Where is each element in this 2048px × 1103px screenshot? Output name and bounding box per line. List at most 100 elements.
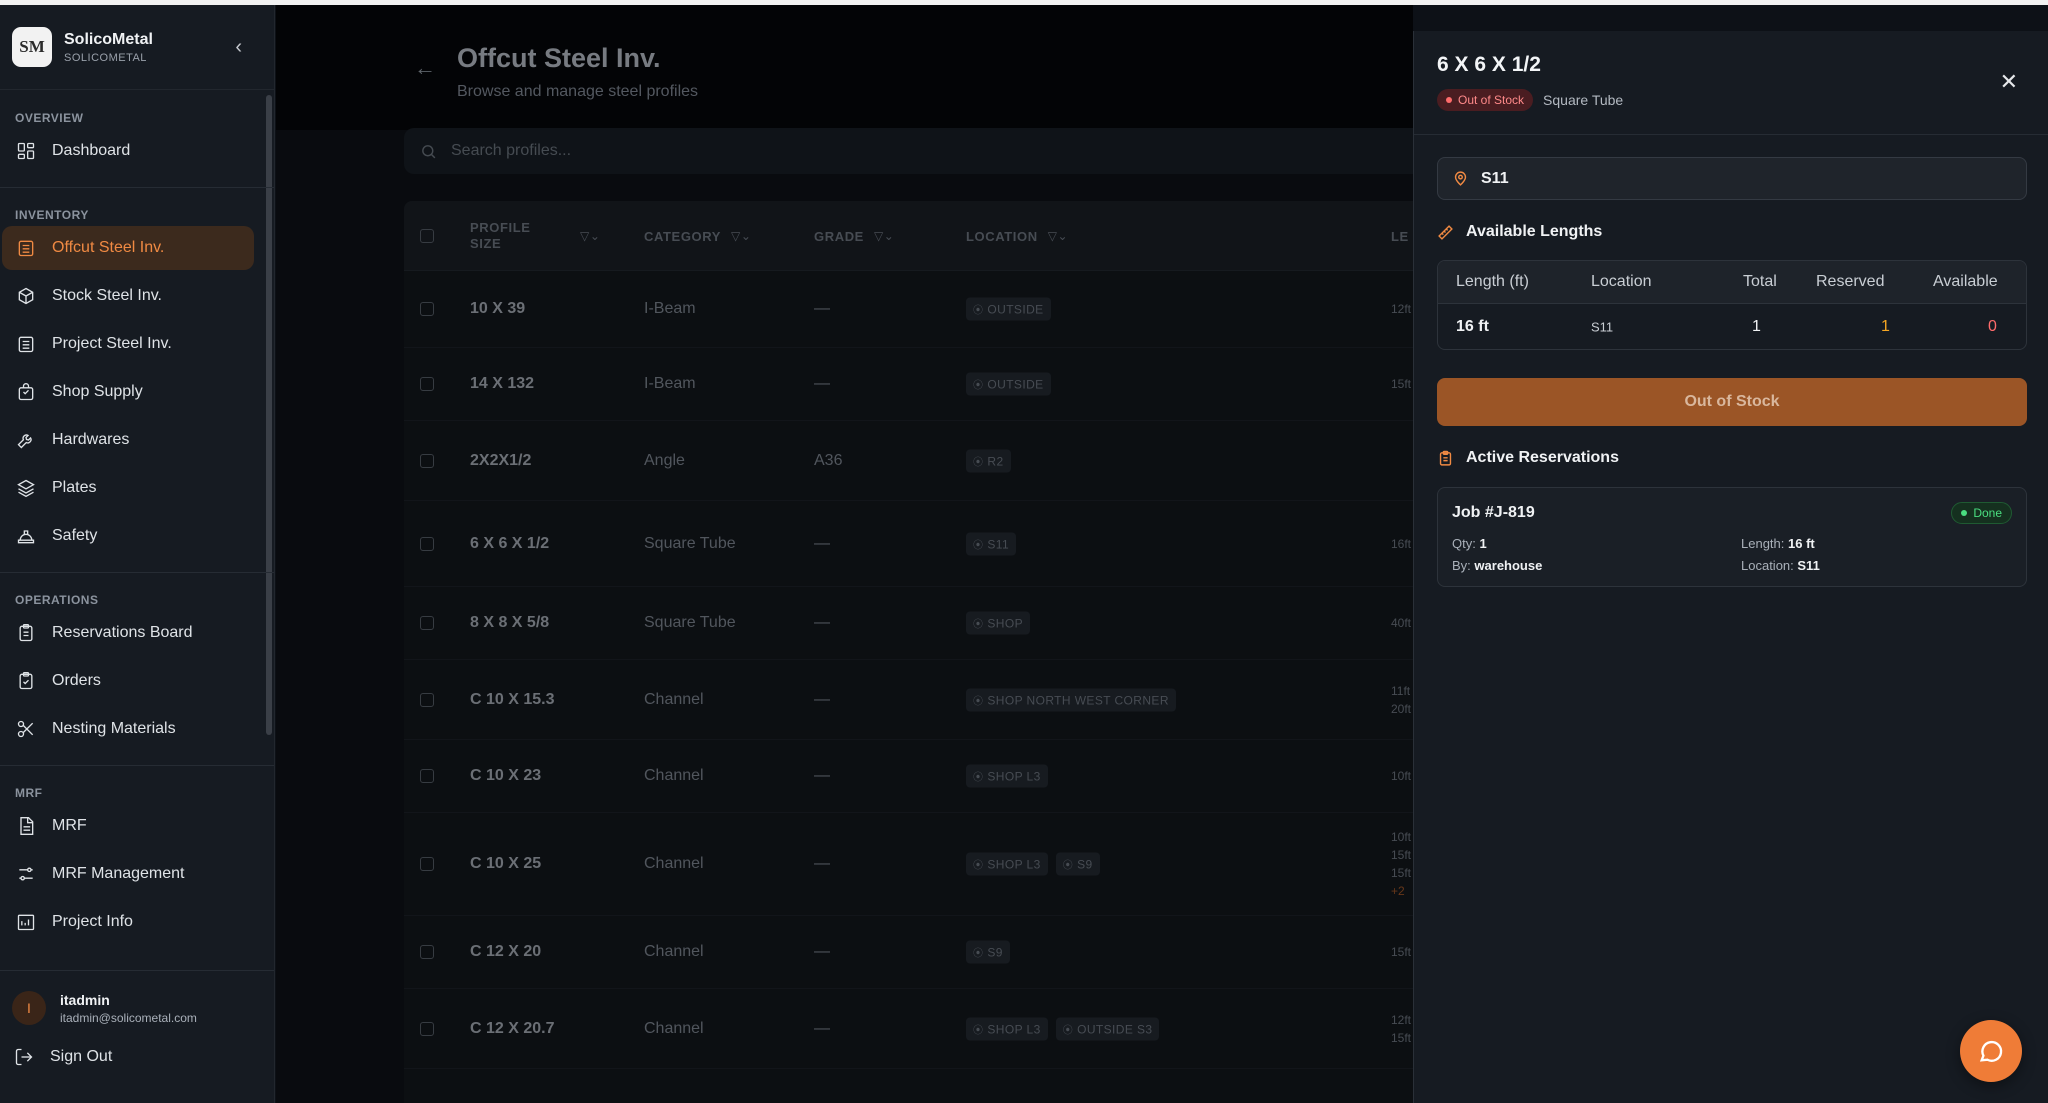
building-icon — [16, 912, 36, 932]
chat-bubble-icon — [1979, 1040, 2003, 1062]
file-icon — [16, 816, 36, 836]
clipboard-icon — [16, 623, 36, 643]
reservation-card[interactable]: Job #J-819 Done Qty: 1 By: warehouse Len… — [1437, 487, 2027, 587]
chat-button[interactable] — [1960, 1020, 2022, 1082]
sidebar-divider — [0, 187, 274, 188]
sidebar-item-label: Dashboard — [52, 142, 131, 159]
sidebar-item-label: Hardwares — [52, 431, 130, 448]
ruler-icon — [1438, 224, 1453, 240]
profile-detail-drawer: 6 X 6 X 1/2 Out of Stock Square Tube ✕ S… — [1413, 31, 2048, 1103]
sidebar-item-stock-steel-inv[interactable]: Stock Steel Inv. — [2, 274, 254, 318]
sidebar-item-label: Plates — [52, 479, 97, 496]
sidebar-nav: OVERVIEW Dashboard INVENTORY Offcut Steel I… — [0, 91, 274, 971]
sidebar-item-orders[interactable]: Orders — [2, 659, 254, 703]
chevron-left-icon[interactable]: ‹ — [235, 36, 242, 59]
sliders-icon — [16, 864, 36, 884]
map-pin-icon — [1454, 171, 1467, 186]
reserved-value: 1 — [1881, 318, 1890, 335]
sidebar-section-label: MRF — [15, 786, 43, 800]
lengths-heading: Available Lengths — [1437, 223, 1602, 241]
reservation-length: Length: 16 ft — [1741, 536, 1815, 551]
sidebar-item-reservations-board[interactable]: Reservations Board — [2, 611, 254, 655]
sidebar-item-mrf-management[interactable]: MRF Management — [2, 852, 254, 896]
lengths-col-available: Available — [1933, 273, 1998, 290]
sidebar-item-label: Shop Supply — [52, 383, 143, 400]
clipboard-check-icon — [16, 671, 36, 691]
reservation-job: Job #J-819 — [1452, 504, 1535, 521]
sidebar-item-label: Project Steel Inv. — [52, 335, 172, 352]
logout-icon — [15, 1048, 33, 1066]
sidebar-section-label: OVERVIEW — [15, 111, 84, 125]
shopping-bag-icon — [16, 382, 36, 402]
user-panel: I itadmin itadmin@solicometal.com Sign O… — [0, 970, 274, 1103]
sidebar-section-label: OPERATIONS — [15, 593, 99, 607]
sidebar-item-hardwares[interactable]: Hardwares — [2, 418, 254, 462]
lengths-col-total: Total — [1743, 273, 1777, 290]
lengths-col-location: Location — [1591, 273, 1652, 290]
sidebar-item-nesting-materials[interactable]: Nesting Materials — [2, 707, 254, 751]
lengths-col-reserved: Reserved — [1816, 273, 1885, 290]
sidebar-item-label: MRF Management — [52, 865, 185, 882]
reservation-qty: Qty: 1 — [1452, 536, 1487, 551]
reservation-location: Location: S11 — [1741, 558, 1820, 573]
location-field: S11 — [1437, 157, 2027, 200]
out-of-stock-button[interactable]: Out of Stock — [1437, 378, 2027, 426]
table-row: 16 ft S11 1 1 0 — [1438, 304, 2026, 349]
user-name: itadmin — [60, 991, 110, 1008]
sidebar: SM SolicoMetal SOLICOMETAL ‹ OVERVIEW Das… — [0, 5, 275, 1103]
sidebar-divider — [0, 572, 274, 573]
sidebar-item-offcut-steel-inv[interactable]: Offcut Steel Inv. — [2, 226, 254, 270]
sidebar-item-mrf[interactable]: MRF — [2, 804, 254, 848]
sidebar-item-label: Orders — [52, 672, 101, 689]
reservation-by: By: warehouse — [1452, 558, 1543, 573]
dashboard-icon — [16, 141, 36, 161]
inventory-icon — [16, 238, 36, 258]
sidebar-item-label: Nesting Materials — [52, 720, 176, 737]
sidebar-divider — [0, 765, 274, 766]
sidebar-item-shop-supply[interactable]: Shop Supply — [2, 370, 254, 414]
sidebar-item-label: Stock Steel Inv. — [52, 287, 162, 304]
lengths-col-length: Length (ft) — [1456, 273, 1529, 290]
reservations-heading: Active Reservations — [1437, 449, 1619, 467]
sign-out-button[interactable]: Sign Out — [0, 1025, 274, 1089]
available-value: 0 — [1988, 318, 1997, 335]
drawer-header: 6 X 6 X 1/2 Out of Stock Square Tube ✕ — [1414, 31, 2048, 135]
total-value: 1 — [1752, 318, 1761, 335]
package-icon — [16, 286, 36, 306]
drawer-title: 6 X 6 X 1/2 — [1437, 53, 1541, 76]
scissors-icon — [16, 719, 36, 739]
inventory-icon — [16, 334, 36, 354]
location-value: S11 — [1481, 169, 1509, 187]
location-value: S11 — [1591, 319, 1614, 335]
app-subtitle: SOLICOMETAL — [64, 51, 147, 64]
lengths-table-header: Length (ft) Location Total Reserved Avai… — [1438, 261, 2026, 304]
sidebar-item-label: Safety — [52, 527, 98, 544]
status-badge: Done — [1951, 502, 2012, 524]
app-name: SolicoMetal — [64, 30, 153, 48]
brand-header: SM SolicoMetal SOLICOMETAL ‹ — [0, 5, 274, 90]
sidebar-item-label: MRF — [52, 817, 87, 834]
status-badge: Out of Stock — [1437, 89, 1534, 111]
length-value: 16 ft — [1456, 318, 1489, 335]
wrench-icon — [16, 430, 36, 450]
category-label: Square Tube — [1543, 92, 1624, 108]
sign-out-label: Sign Out — [50, 1048, 113, 1065]
avatar[interactable]: I — [12, 991, 46, 1025]
sidebar-item-label: Project Info — [52, 913, 133, 930]
sidebar-item-project-steel-inv[interactable]: Project Steel Inv. — [2, 322, 254, 366]
sidebar-item-label: Reservations Board — [52, 624, 193, 641]
hard-hat-icon — [16, 526, 36, 546]
close-icon[interactable]: ✕ — [2000, 69, 2018, 95]
sidebar-item-label: Offcut Steel Inv. — [52, 239, 165, 256]
sidebar-section-label: INVENTORY — [15, 208, 89, 222]
brand-logo: SM — [12, 27, 52, 67]
sidebar-item-project-info[interactable]: Project Info — [2, 900, 254, 944]
user-email: itadmin@solicometal.com — [60, 1010, 197, 1025]
modal-overlay[interactable] — [276, 5, 1413, 1103]
sidebar-item-safety[interactable]: Safety — [2, 514, 254, 558]
clipboard-icon — [1439, 450, 1452, 466]
sidebar-item-dashboard[interactable]: Dashboard — [2, 129, 254, 173]
layers-icon — [16, 478, 36, 498]
lengths-table: Length (ft) Location Total Reserved Avai… — [1437, 260, 2027, 350]
sidebar-item-plates[interactable]: Plates — [2, 466, 254, 510]
